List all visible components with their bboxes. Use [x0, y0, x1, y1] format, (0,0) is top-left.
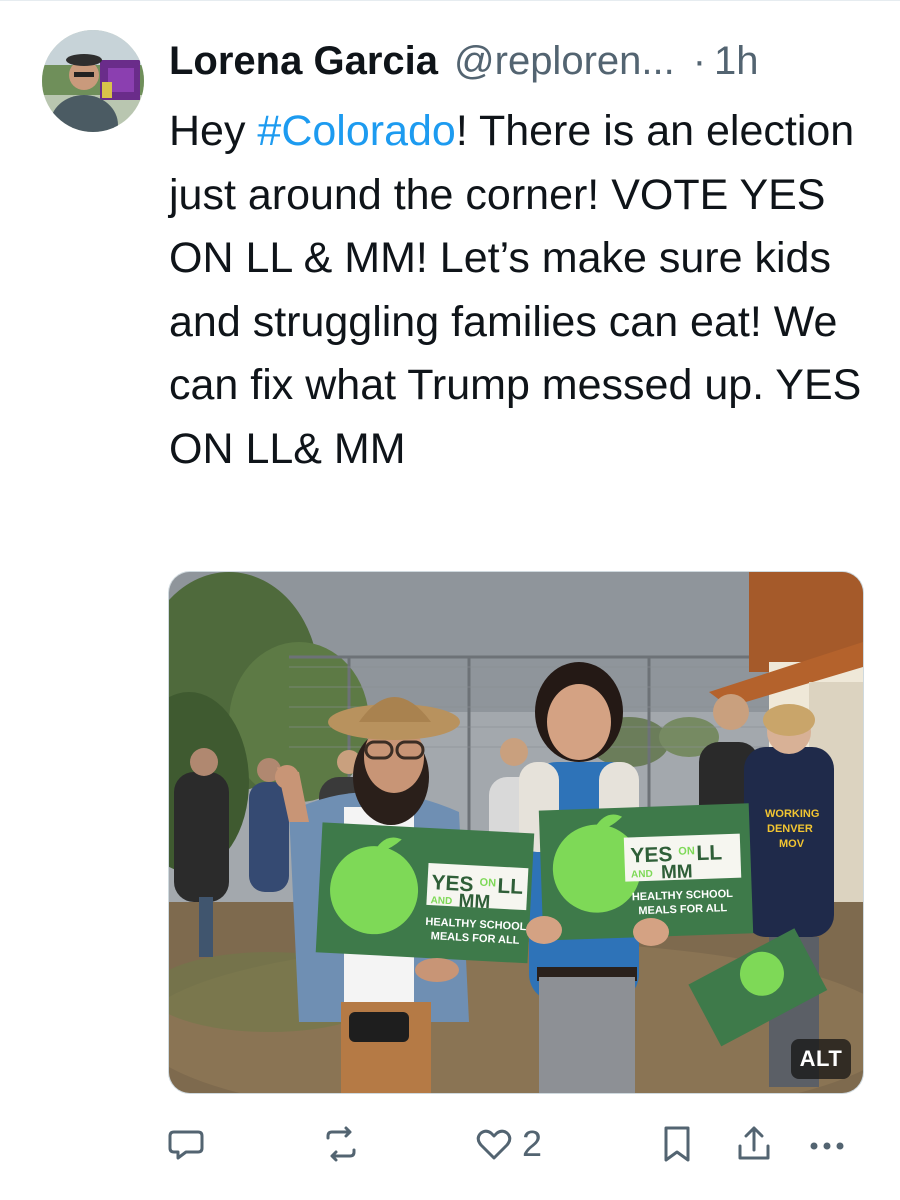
share-button[interactable] [734, 1116, 782, 1172]
more-button[interactable] [806, 1116, 848, 1172]
user-handle[interactable]: @reploren... [454, 36, 675, 86]
photo-image: WORKING DENVER MOV YES ON LL AND MM HEAL… [169, 572, 863, 1093]
alt-text-badge[interactable]: ALT [791, 1039, 851, 1079]
more-icon [810, 1142, 844, 1150]
tweet-text-start: Hey [169, 107, 258, 155]
sign-left-mm: MM [458, 891, 491, 914]
sign-left-on: ON [479, 877, 496, 890]
bookmark-icon [664, 1126, 690, 1162]
shirt-text-3: MOV [779, 838, 805, 850]
avatar[interactable] [42, 30, 144, 132]
shirt-text-2: DENVER [767, 823, 813, 835]
tweet[interactable]: Lorena Garcia @reploren... · 1h Hey #Col… [0, 0, 900, 1200]
shirt-text-1: WORKING [765, 808, 819, 820]
retweet-button[interactable] [320, 1116, 370, 1172]
sign-left-and: AND [430, 895, 452, 907]
avatar-image [42, 30, 144, 132]
tweet-text-rest: ! There is an election just around the c… [169, 107, 862, 473]
like-count: 2 [522, 1123, 543, 1164]
retweet-icon [326, 1126, 356, 1162]
sign-right-on: ON [678, 845, 695, 858]
sign-left-ll: LL [497, 875, 524, 899]
like-button[interactable]: 2 [474, 1116, 542, 1172]
tweet-header: Lorena Garcia @reploren... · 1h [169, 36, 869, 86]
timestamp[interactable]: 1h [714, 36, 759, 86]
hashtag-link[interactable]: #Colorado [257, 107, 455, 155]
bookmark-button[interactable] [660, 1116, 702, 1172]
sign-right-and: AND [631, 869, 653, 881]
tweet-text: Hey #Colorado! There is an election just… [169, 100, 869, 481]
display-name[interactable]: Lorena Garcia [169, 36, 438, 86]
heart-icon [476, 1129, 512, 1160]
sign-right-mm: MM [661, 861, 693, 883]
tweet-photo[interactable]: WORKING DENVER MOV YES ON LL AND MM HEAL… [168, 571, 864, 1094]
reply-button[interactable] [166, 1116, 214, 1172]
separator-dot: · [692, 39, 707, 83]
sign-right-ll: LL [696, 841, 723, 865]
share-icon [738, 1126, 770, 1160]
reply-icon [168, 1130, 204, 1160]
action-bar: 2 [0, 1116, 900, 1172]
